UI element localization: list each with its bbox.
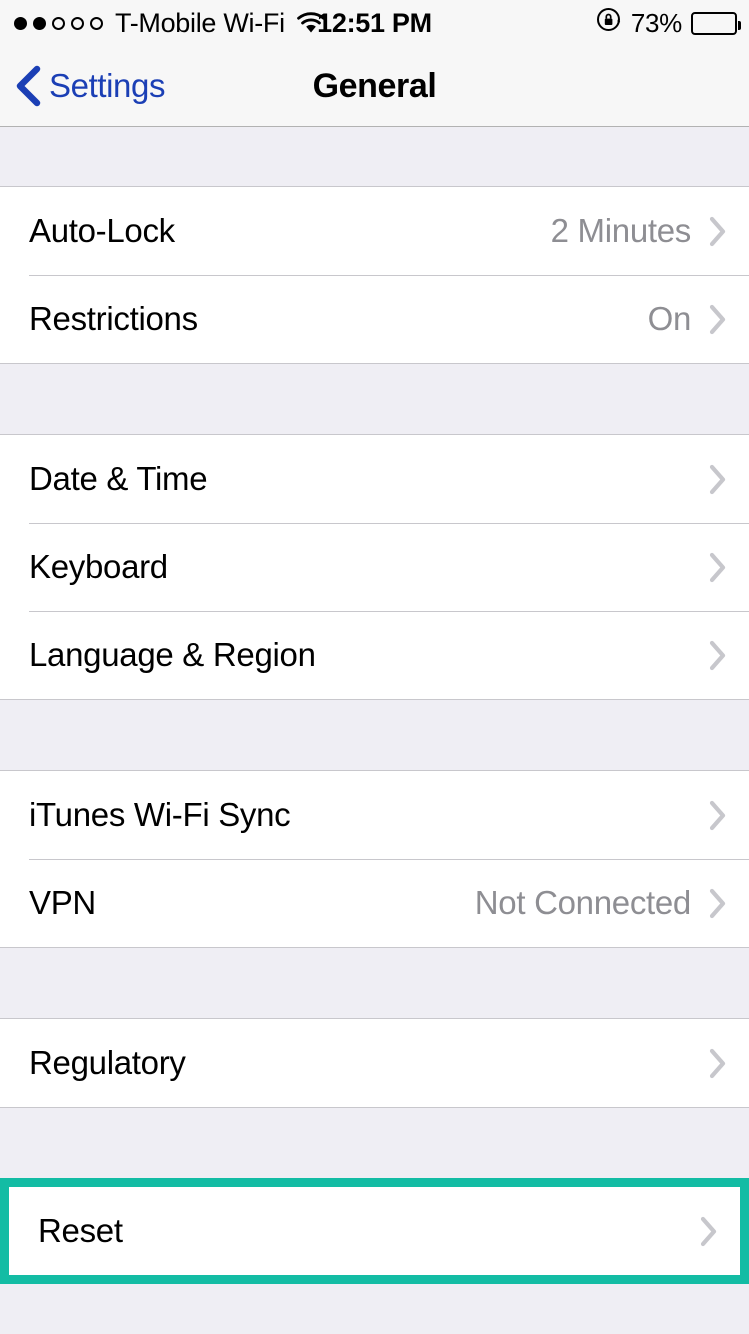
settings-group-1: Auto-Lock 2 Minutes Restrictions On	[0, 186, 749, 364]
settings-row-label: Keyboard	[29, 548, 168, 585]
settings-row-label: Language & Region	[29, 636, 316, 673]
chevron-left-icon	[15, 64, 42, 108]
back-button-settings[interactable]: Settings	[15, 64, 165, 108]
group-gap-4	[0, 1108, 749, 1178]
settings-row-accessory: 2 Minutes	[551, 212, 727, 250]
signal-dot-4	[71, 16, 84, 30]
settings-row-accessory	[709, 552, 727, 583]
signal-dot-1	[14, 16, 27, 30]
battery-percent-label: 73%	[630, 7, 682, 38]
settings-row-accessory	[709, 800, 727, 831]
settings-row-keyboard[interactable]: Keyboard	[0, 523, 749, 611]
settings-row-value: 2 Minutes	[550, 212, 692, 249]
iphone-screen: T-Mobile Wi-Fi 12:51 PM 73% Settings Gen…	[0, 0, 749, 1334]
settings-row-accessory: On	[648, 300, 727, 338]
settings-row-date-time[interactable]: Date & Time	[0, 435, 749, 523]
navigation-bar: Settings General	[0, 46, 749, 127]
settings-row-label: Date & Time	[29, 460, 208, 497]
status-bar-right: 73%	[595, 6, 741, 40]
settings-row-regulatory[interactable]: Regulatory	[0, 1019, 749, 1107]
settings-groups: Auto-Lock 2 Minutes Restrictions On Date & T…	[0, 186, 749, 1333]
settings-row-label: iTunes Wi-Fi Sync	[29, 796, 291, 833]
settings-row-accessory	[709, 640, 727, 671]
highlight-annotation-box: Reset	[0, 1178, 749, 1284]
settings-list[interactable]: Auto-Lock 2 Minutes Restrictions On Date & T…	[0, 127, 749, 1333]
carrier-label: T-Mobile Wi-Fi	[115, 7, 285, 38]
list-bottom-gap	[0, 1284, 749, 1333]
chevron-right-icon	[709, 1048, 727, 1079]
settings-group-reset: Reset	[9, 1187, 740, 1275]
signal-dot-5	[90, 16, 103, 30]
settings-row-label: Regulatory	[29, 1044, 186, 1081]
settings-row-vpn[interactable]: VPN Not Connected	[0, 859, 749, 947]
settings-row-value: On	[647, 300, 692, 337]
signal-dot-2	[33, 16, 46, 30]
wifi-icon	[296, 11, 326, 35]
settings-row-itunes-wi-fi-sync[interactable]: iTunes Wi-Fi Sync	[0, 771, 749, 859]
settings-group-4: Regulatory	[0, 1018, 749, 1108]
status-bar-left: T-Mobile Wi-Fi	[14, 8, 326, 39]
settings-row-label: Auto-Lock	[29, 212, 175, 249]
settings-row-label: Restrictions	[29, 300, 198, 337]
chevron-right-icon	[709, 888, 727, 919]
chevron-right-icon	[709, 800, 727, 831]
settings-row-reset[interactable]: Reset	[9, 1187, 740, 1275]
signal-dot-3	[52, 16, 65, 30]
chevron-right-icon	[709, 464, 727, 495]
group-gap-3	[0, 948, 749, 1018]
chevron-right-icon	[709, 216, 727, 247]
settings-group-2: Date & Time Keyboard Language & Region	[0, 434, 749, 700]
chevron-right-icon	[709, 640, 727, 671]
settings-row-accessory	[700, 1216, 718, 1247]
settings-row-accessory	[709, 1048, 727, 1079]
chevron-right-icon	[709, 304, 727, 335]
group-gap-2	[0, 700, 749, 770]
cellular-signal-dots	[14, 16, 103, 30]
back-button-label: Settings	[49, 67, 166, 104]
group-gap-1	[0, 364, 749, 434]
list-top-gap	[0, 127, 749, 186]
settings-row-accessory: Not Connected	[475, 884, 727, 922]
rotation-lock-icon	[595, 6, 622, 40]
settings-row-language-region[interactable]: Language & Region	[0, 611, 749, 699]
settings-group-3: iTunes Wi-Fi Sync VPN Not Connected	[0, 770, 749, 948]
settings-row-auto-lock[interactable]: Auto-Lock 2 Minutes	[0, 187, 749, 275]
settings-row-label: VPN	[29, 884, 96, 921]
settings-row-restrictions[interactable]: Restrictions On	[0, 275, 749, 363]
settings-row-value: Not Connected	[474, 884, 692, 921]
settings-row-accessory	[709, 464, 727, 495]
settings-row-label: Reset	[38, 1212, 123, 1249]
chevron-right-icon	[700, 1216, 718, 1247]
battery-icon	[691, 11, 741, 35]
chevron-right-icon	[709, 552, 727, 583]
status-bar: T-Mobile Wi-Fi 12:51 PM 73%	[0, 0, 749, 46]
